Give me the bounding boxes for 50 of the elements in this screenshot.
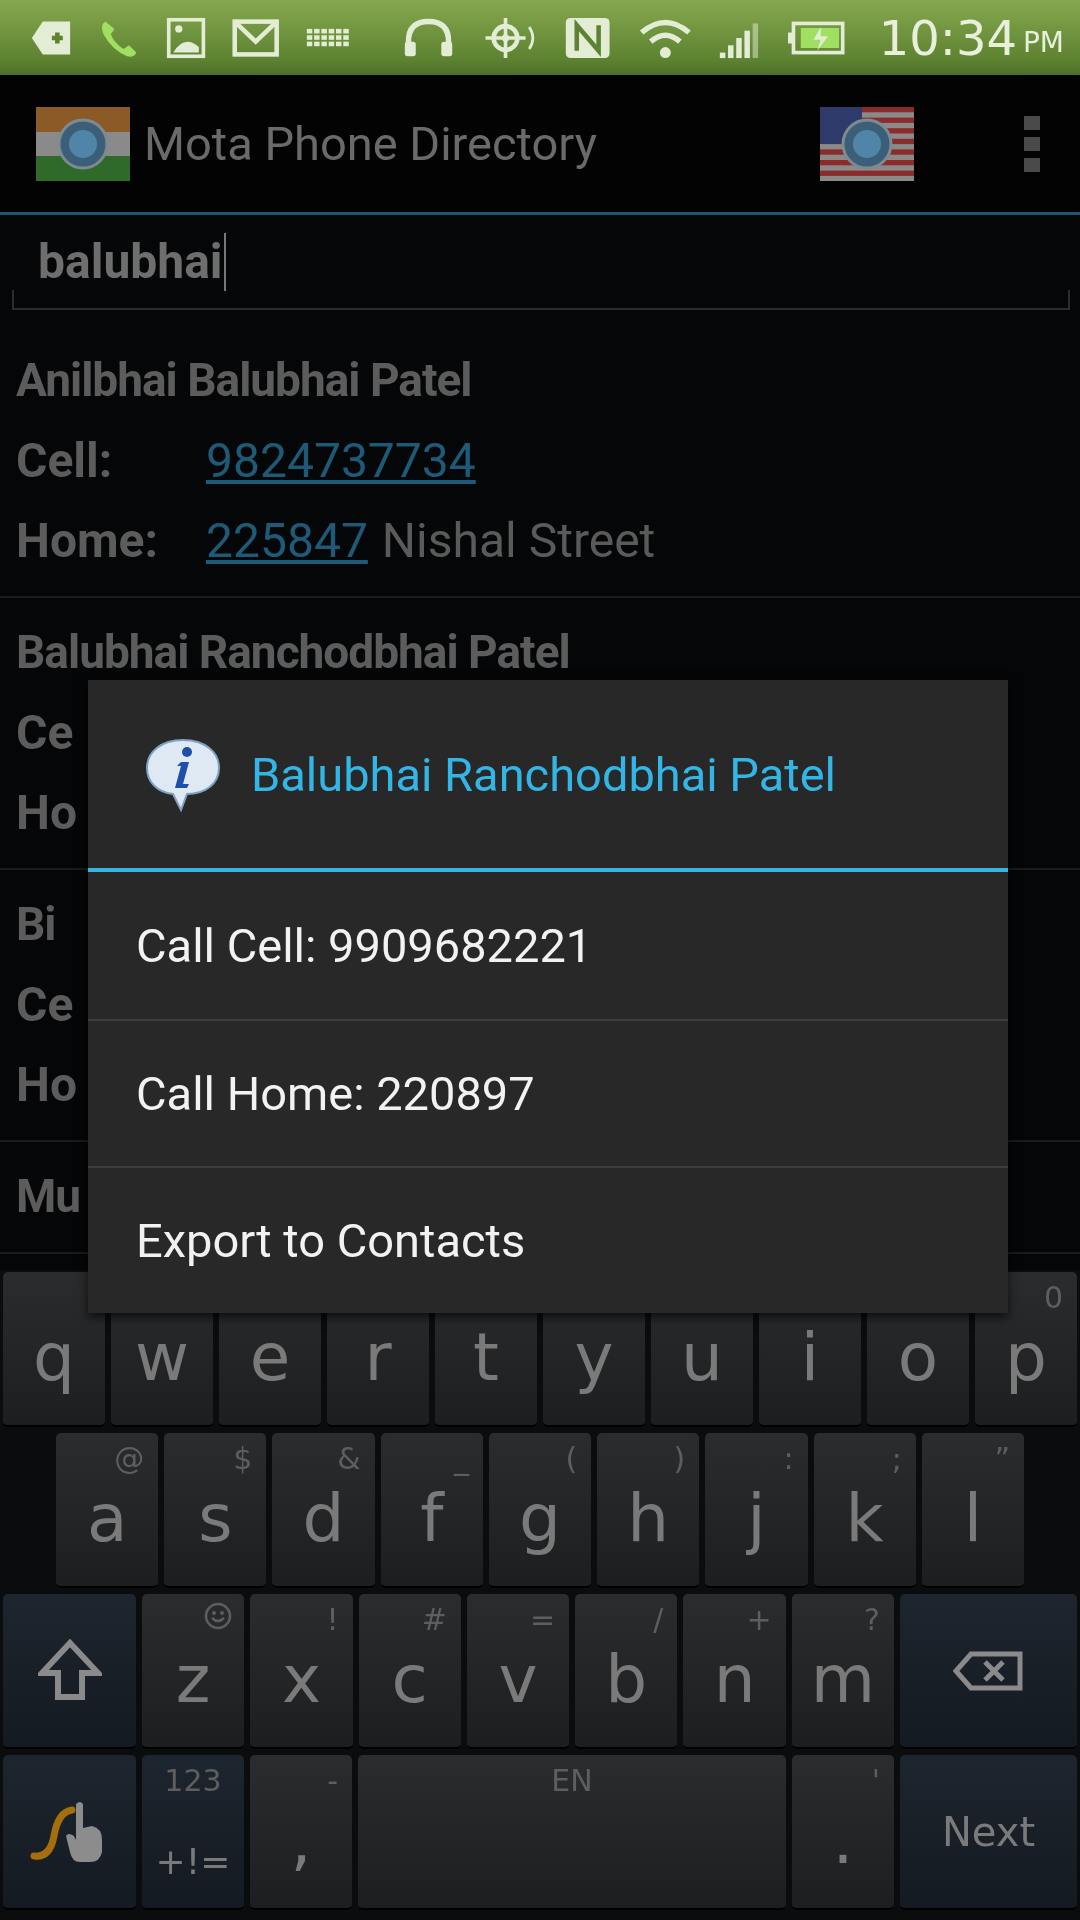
symbols-key[interactable]: 123 +!= <box>142 1755 244 1910</box>
phone-link[interactable]: 9824737734 <box>206 431 476 489</box>
menu-item[interactable]: Export to Contacts <box>88 1166 1008 1313</box>
shift-key[interactable] <box>3 1594 136 1749</box>
menu-item[interactable]: Call Cell: 9909682221 <box>88 872 1008 1019</box>
keyboard-key[interactable]: ' . <box>792 1755 894 1910</box>
flag-icon[interactable] <box>820 106 914 181</box>
flag-icon <box>36 106 130 181</box>
keyboard-key[interactable]: z <box>142 1594 245 1749</box>
keyboard-key[interactable]: & d <box>272 1433 375 1588</box>
keyboard-key[interactable]: ” l <box>921 1433 1024 1588</box>
backspace-key[interactable] <box>900 1594 1077 1749</box>
keyboard-key[interactable]: ( g <box>488 1433 592 1588</box>
contact-name: Bi <box>16 897 56 951</box>
keyboard-key[interactable]: @ a <box>56 1433 159 1588</box>
backspace-icon <box>953 1650 1024 1691</box>
contact-name: Mu <box>16 1169 81 1223</box>
keyboard-key[interactable]: # c <box>358 1594 461 1749</box>
keyboard-key[interactable]: = v <box>466 1594 570 1749</box>
app-title: Mota Phone Directory <box>144 116 598 171</box>
keyboard-key[interactable]: _ f <box>380 1433 483 1588</box>
keyboard-key[interactable]: $ s <box>164 1433 267 1588</box>
phone-label: Cell: <box>16 431 114 489</box>
keyboard-key[interactable]: ; k <box>813 1433 916 1588</box>
contact-entry[interactable]: Anilbhai Balubhai Patel Cell: 9824737734 Home: 225847 Nishal Street <box>0 326 1080 598</box>
menu-item[interactable]: Call Home: 220897 <box>88 1019 1008 1166</box>
contact-name: Anilbhai Balubhai Patel <box>16 353 472 407</box>
swype-key[interactable] <box>3 1755 136 1910</box>
keyboard-key[interactable]: ? m <box>791 1594 894 1749</box>
phone-label: Ce <box>16 703 74 761</box>
keyboard-key[interactable]: - , <box>250 1755 352 1910</box>
dialog-title: Balubhai Ranchodbhai Patel <box>251 746 837 802</box>
street-address: Nishal Street <box>381 511 656 569</box>
keyboard-key[interactable]: / b <box>575 1594 678 1749</box>
phone-label: Ce <box>16 975 74 1033</box>
keyboard-key[interactable]: q <box>3 1272 105 1427</box>
clock-meridiem: PM <box>1022 26 1064 59</box>
contact-name: Balubhai Ranchodbhai Patel <box>16 625 570 679</box>
clock-time: 10:34 <box>878 9 1017 66</box>
phone-label: Ho <box>16 1055 77 1113</box>
phone-label: Ho <box>16 783 77 841</box>
keyboard-key[interactable]: + n <box>683 1594 786 1749</box>
keyboard-key[interactable]: ! x <box>250 1594 353 1749</box>
next-key[interactable]: Next <box>900 1755 1077 1910</box>
phone-label: Home: <box>16 511 159 569</box>
keyboard-key[interactable]: : j <box>705 1433 808 1588</box>
keyboard-key[interactable]: ) h <box>597 1433 700 1588</box>
smiley-icon <box>204 1602 233 1630</box>
phone-link[interactable]: 225847 <box>206 511 368 569</box>
shift-icon <box>37 1638 102 1703</box>
